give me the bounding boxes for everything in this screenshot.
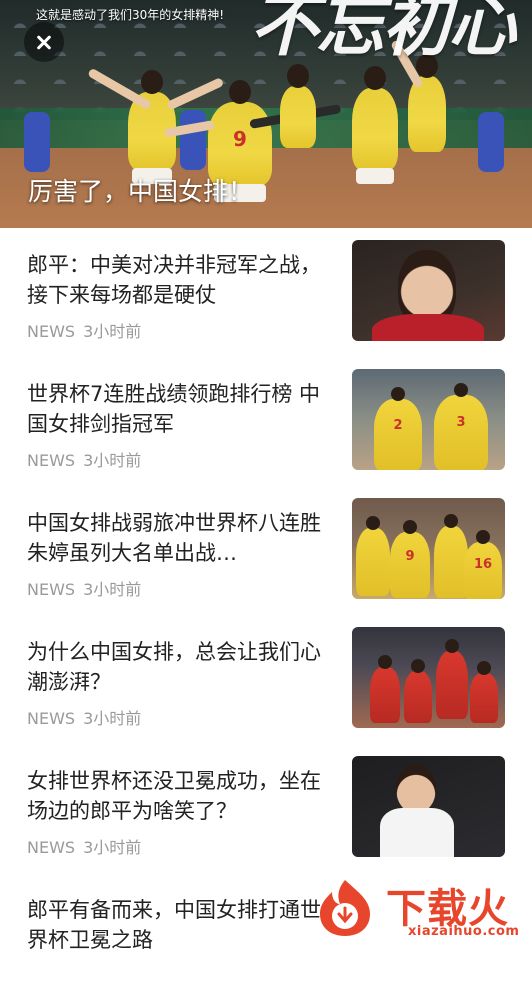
news-time: 3小时前: [83, 451, 142, 470]
watermark: 下载火 xiazaihuo.com: [312, 874, 532, 946]
news-item[interactable]: 女排世界杯还没卫冕成功，坐在场边的郎平为啥笑了？ NEWS 3小时前: [0, 744, 532, 873]
news-time: 3小时前: [83, 580, 142, 599]
news-thumbnail: [352, 627, 505, 728]
news-item[interactable]: 郎平：中美对决并非冠军之战，接下来每场都是硬仗 NEWS 3小时前: [0, 228, 532, 357]
hero-opponent-player: [180, 110, 206, 170]
thumbnail-player: 3: [434, 383, 488, 470]
news-time: 3小时前: [83, 709, 142, 728]
hero-opponent-player: [478, 112, 504, 172]
thumbnail-jersey-number: 16: [473, 557, 493, 573]
thumbnail-jersey-number: 9: [405, 549, 415, 565]
news-source: NEWS: [27, 580, 76, 599]
news-title: 郎平有备而来，中国女排打通世界杯卫冕之路: [27, 898, 321, 952]
news-meta: NEWS 3小时前: [27, 447, 141, 471]
thumbnail-player: [370, 655, 400, 723]
hero-player: [408, 54, 446, 152]
thumbnail-player: 2: [374, 387, 422, 470]
news-title: 郎平：中美对决并非冠军之战，接下来每场都是硬仗: [27, 253, 321, 307]
thumbnail-player: [404, 659, 432, 723]
thumbnail-player: 16: [464, 530, 502, 599]
news-source: NEWS: [27, 838, 76, 857]
news-title: 女排世界杯还没卫冕成功，坐在场边的郎平为啥笑了？: [27, 769, 321, 823]
thumbnail-player: [434, 514, 468, 598]
thumbnail-player: [356, 516, 390, 596]
news-meta: NEWS 3小时前: [27, 705, 141, 729]
news-item[interactable]: 为什么中国女排，总会让我们心潮澎湃？ NEWS 3小时前: [0, 615, 532, 744]
hero-banner[interactable]: 9 不忘初心 这就是感动了我们30年的女排精神! 厉害了，中国女排！: [0, 0, 532, 228]
news-time: 3小时前: [83, 322, 142, 341]
news-item[interactable]: 世界杯7连胜战绩领跑排行榜 中国女排剑指冠军 NEWS 3小时前 2 3: [0, 357, 532, 486]
news-meta: NEWS 3小时前: [27, 576, 141, 600]
news-thumbnail: [352, 756, 505, 857]
news-source: NEWS: [27, 322, 76, 341]
thumbnail-person-face: [396, 764, 436, 814]
news-source: NEWS: [27, 709, 76, 728]
hero-overlay-text: 不忘初心: [250, 0, 516, 66]
news-source: NEWS: [27, 451, 76, 470]
news-title: 中国女排战弱旅冲世界杯八连胜 朱婷虽列大名单出战…: [27, 511, 321, 565]
news-thumbnail: [352, 240, 505, 341]
thumbnail-player: [436, 639, 468, 719]
news-title: 为什么中国女排，总会让我们心潮澎湃？: [27, 640, 321, 694]
news-thumbnail: 9 16: [352, 498, 505, 599]
news-item[interactable]: 中国女排战弱旅冲世界杯八连胜 朱婷虽列大名单出战… NEWS 3小时前 9 16: [0, 486, 532, 615]
watermark-domain: xiazaihuo.com: [408, 924, 520, 939]
hero-caption: 厉害了，中国女排！: [28, 177, 254, 206]
flame-logo-icon: [320, 880, 370, 936]
hero-subtitle: 这就是感动了我们30年的女排精神!: [36, 8, 225, 22]
news-meta: NEWS 3小时前: [27, 318, 141, 342]
thumbnail-person-shirt: [372, 314, 484, 341]
news-time: 3小时前: [83, 838, 142, 857]
thumbnail-person-shirt: [380, 808, 454, 857]
hero-player: [280, 64, 316, 148]
thumbnail-player: [470, 661, 498, 723]
hero-player: [352, 66, 398, 170]
news-thumbnail: 2 3: [352, 369, 505, 470]
thumbnail-jersey-number: 2: [393, 417, 403, 433]
hero-opponent-player: [24, 112, 50, 172]
thumbnail-player: 9: [390, 520, 430, 598]
close-button[interactable]: [24, 22, 64, 62]
news-meta: NEWS 3小时前: [27, 834, 141, 858]
thumbnail-jersey-number: 3: [456, 414, 466, 430]
hero-jersey-number: 9: [233, 127, 247, 152]
news-title: 世界杯7连胜战绩领跑排行榜 中国女排剑指冠军: [27, 382, 321, 436]
hero-player-shorts: [356, 168, 394, 184]
